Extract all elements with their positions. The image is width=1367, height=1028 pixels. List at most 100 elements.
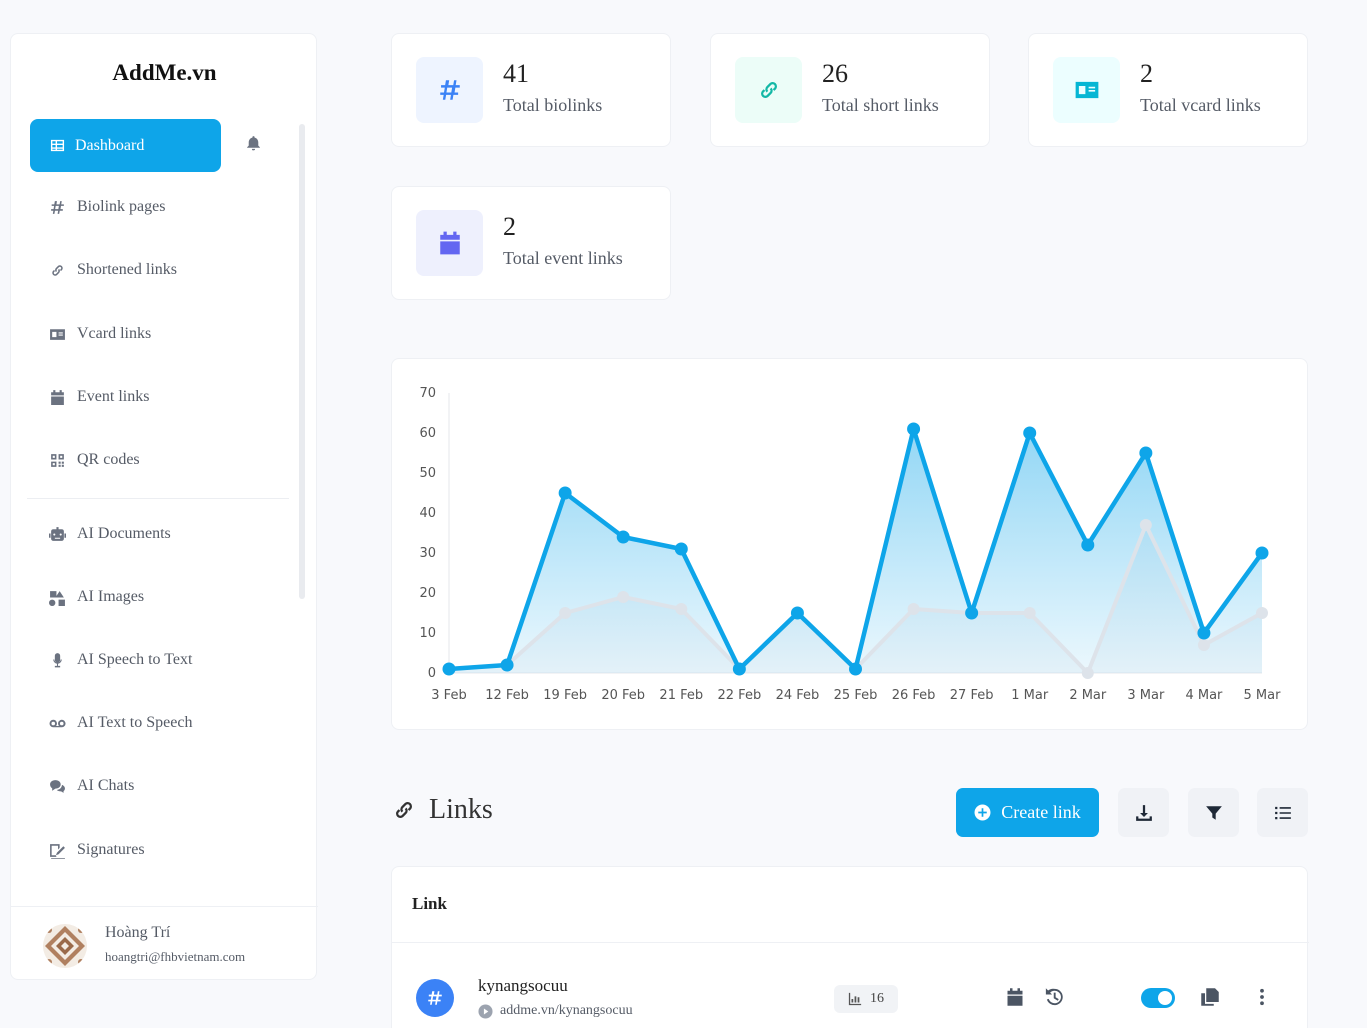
stat-card-event-links[interactable]: 2 Total event links [391, 186, 671, 300]
link-url[interactable]: addme.vn/kynangsocuu [478, 1003, 633, 1019]
sidebar-item-label: Dashboard [75, 136, 145, 154]
x-tick-label: 24 Feb [776, 688, 820, 703]
stat-value: 2 [503, 212, 516, 241]
calendar-icon [416, 210, 483, 276]
comments-icon [50, 779, 65, 793]
copy-icon[interactable] [1200, 987, 1220, 1007]
series-2-point [617, 591, 630, 603]
bell-icon[interactable] [245, 135, 265, 155]
id-card-icon [50, 328, 65, 340]
sidebar-item-label: Event links [77, 388, 150, 405]
series-1-point [616, 530, 630, 544]
brand-logo[interactable]: AddMe.vn [11, 60, 318, 86]
filter-button[interactable] [1188, 788, 1239, 837]
sidebar: AddMe.vn Dashboard Biolink pages Shorten… [10, 33, 318, 981]
x-tick-label: 1 Mar [1011, 688, 1049, 703]
x-tick-label: 3 Mar [1127, 688, 1165, 703]
series-1-point [1023, 426, 1037, 440]
series-2-point [1023, 607, 1036, 619]
stat-label: Total vcard links [1140, 95, 1261, 115]
user-email: hoangtri@fhbvietnam.com [105, 949, 246, 964]
y-tick-label: 20 [419, 586, 436, 601]
x-tick-label: 2 Mar [1069, 688, 1107, 703]
sidebar-item-shortened-links[interactable]: Shortened links [49, 261, 177, 279]
pageviews-badge[interactable]: 16 [834, 985, 898, 1013]
sidebar-item-vcard-links[interactable]: Vcard links [49, 325, 151, 343]
sidebar-item-ai-chats[interactable]: AI Chats [49, 777, 134, 795]
calendar-icon[interactable] [1005, 987, 1025, 1007]
y-tick-label: 50 [419, 466, 436, 481]
user-name: Hoàng Trí [105, 924, 171, 941]
series-1-point [965, 606, 979, 620]
stat-card-biolinks[interactable]: 41 Total biolinks [391, 33, 671, 147]
list-view-button[interactable] [1257, 788, 1308, 837]
download-icon [1135, 804, 1152, 821]
create-link-button[interactable]: Create link [956, 788, 1099, 837]
id-card-icon [1053, 57, 1120, 123]
stat-value: 41 [503, 59, 529, 88]
links-table: Link kynangsocuu addme.vn/kynangsocuu 16 [391, 866, 1309, 1028]
series-1-point [1081, 538, 1095, 552]
link-icon [52, 264, 63, 276]
series-1-point [849, 662, 862, 676]
x-tick-label: 3 Feb [431, 688, 466, 703]
stat-label: Total event links [503, 248, 623, 268]
series-1-point [790, 606, 804, 620]
icons-icon [49, 590, 65, 606]
sidebar-item-label: Vcard links [77, 325, 152, 342]
stat-card-vcard-links[interactable]: 2 Total vcard links [1028, 33, 1308, 147]
y-tick-label: 40 [419, 506, 436, 521]
series-2-point [1081, 667, 1094, 679]
series-2-point [1139, 519, 1152, 531]
sidebar-item-label: AI Chats [77, 777, 135, 794]
sidebar-item-biolink-pages[interactable]: Biolink pages [49, 198, 165, 216]
links-title: Links [429, 794, 493, 825]
sidebar-item-signatures[interactable]: Signatures [49, 841, 145, 859]
stat-value: 2 [1140, 59, 1153, 88]
plus-circle-icon [974, 804, 991, 821]
sidebar-item-label: Shortened links [77, 261, 177, 278]
voicemail-icon [49, 719, 66, 727]
sidebar-item-label: Biolink pages [77, 198, 166, 215]
sidebar-item-label: AI Text to Speech [77, 714, 193, 731]
stat-card-short-links[interactable]: 26 Total short links [710, 33, 990, 147]
link-title[interactable]: kynangsocuu [478, 976, 568, 996]
chart-bar-icon [848, 992, 862, 1006]
series-2-point [675, 603, 688, 615]
y-tick-label: 60 [419, 426, 436, 441]
sidebar-item-ai-speech-to-text[interactable]: AI Speech to Text [49, 651, 192, 669]
qrcode-icon [51, 453, 64, 467]
avatar[interactable] [43, 924, 87, 968]
sidebar-item-label: AI Documents [77, 525, 171, 542]
status-toggle[interactable] [1141, 988, 1175, 1008]
hash-icon [416, 57, 483, 123]
sidebar-item-event-links[interactable]: Event links [49, 388, 149, 406]
y-tick-label: 70 [419, 386, 436, 401]
series-1-point [500, 658, 514, 672]
sidebar-item-ai-images[interactable]: AI Images [49, 588, 144, 606]
series-1-point [732, 662, 746, 676]
series-1-point [442, 662, 456, 676]
links-heading: Links [391, 794, 493, 826]
history-icon[interactable] [1044, 987, 1064, 1007]
sidebar-item-dashboard[interactable]: Dashboard [30, 119, 221, 172]
stat-label: Total biolinks [503, 95, 603, 115]
sidebar-scrollbar[interactable] [299, 124, 305, 599]
y-tick-label: 0 [428, 666, 436, 681]
x-tick-label: 26 Feb [892, 688, 936, 703]
x-tick-label: 4 Mar [1185, 688, 1223, 703]
sidebar-item-ai-documents[interactable]: AI Documents [49, 525, 171, 543]
sidebar-item-qr-codes[interactable]: QR codes [49, 451, 140, 469]
pageviews-chart: 0 10 20 30 40 50 60 70 3 Feb 12 Feb 19 Feb 20 Feb 21… [391, 358, 1308, 730]
sidebar-item-ai-text-to-speech[interactable]: AI Text to Speech [49, 714, 192, 732]
x-tick-label: 21 Feb [659, 688, 703, 703]
hash-icon [416, 979, 454, 1017]
link-url-text: addme.vn/kynangsocuu [500, 1003, 633, 1018]
sidebar-divider [27, 498, 289, 499]
more-vertical-icon[interactable] [1252, 987, 1272, 1007]
list-icon [1274, 806, 1291, 819]
signature-icon [50, 843, 65, 859]
download-button[interactable] [1118, 788, 1169, 837]
user-profile[interactable]: Hoàng Trí hoangtri@fhbvietnam.com [11, 906, 318, 981]
x-tick-label: 20 Feb [601, 688, 645, 703]
